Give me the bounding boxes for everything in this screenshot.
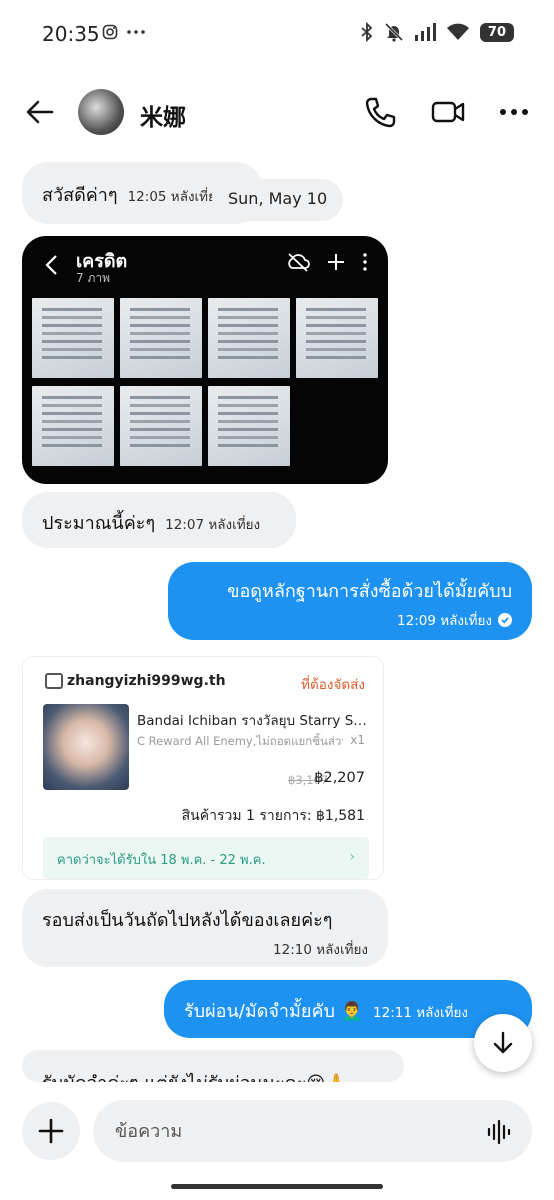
scroll-to-bottom-button[interactable]: [474, 1014, 532, 1072]
message-time: 12:11 หลังเที่ยง: [373, 1005, 469, 1021]
order-card[interactable]: zhangyizhi999wg.th ที่ต้องจัดส่ง Bandai …: [22, 656, 384, 880]
message-text: รับผ่อน/มัดจำมั้ยคับ 👨‍🦱: [184, 1001, 364, 1022]
album-count: 7 ภาพ: [76, 271, 111, 285]
message-time: 12:07 หลังเที่ยง: [165, 517, 261, 533]
product-quantity: x1: [350, 733, 365, 747]
message-text: ประมาณนี้ค่ะๆ: [42, 513, 156, 534]
photo-thumbnail: [296, 298, 378, 378]
battery-badge: 70: [479, 22, 514, 42]
avatar[interactable]: [78, 89, 124, 135]
message-time: 12:10 หลังเที่ยง: [273, 942, 368, 958]
status-time: 20:35: [42, 22, 100, 46]
message-text: ขอดูหลักฐานการสั่งซื้อด้วยได้มั้ยคับบ: [227, 581, 512, 602]
plus-icon: [328, 254, 344, 270]
product-title: Bandai Ichiban รางวัลยุบ Starry Sky ...: [137, 713, 369, 729]
vertical-dots-icon: [363, 253, 367, 271]
composer-bar: [0, 1090, 554, 1174]
chat-header: 米娜: [0, 80, 554, 144]
photo-thumbnail: [120, 298, 202, 378]
bell-off-icon: [384, 22, 403, 42]
home-indicator: [171, 1184, 383, 1189]
contact-name[interactable]: 米娜: [140, 98, 186, 132]
add-attachment-button[interactable]: [22, 1102, 80, 1160]
photo-thumbnail: [208, 298, 290, 378]
shop-name: zhangyizhi999wg.th: [67, 673, 226, 689]
more-options-icon[interactable]: [496, 95, 532, 129]
bluetooth-icon: [361, 22, 373, 42]
product-variant: C Reward All Enemy,ไม่ถอดแยกชิ้นส่วน: [137, 734, 343, 748]
message-input[interactable]: [93, 1100, 532, 1162]
shop-icon: [45, 673, 63, 689]
chevron-right-icon: ›: [349, 849, 355, 865]
status-bar: 20:35 70: [0, 0, 554, 70]
arrow-down-icon: [493, 1031, 513, 1054]
plus-icon: [38, 1118, 64, 1144]
wifi-icon: [446, 23, 469, 40]
order-status: ที่ต้องจัดส่ง: [301, 677, 365, 693]
back-arrow-icon[interactable]: [24, 96, 56, 128]
image-message[interactable]: เครดิต 7 ภาพ: [22, 236, 388, 484]
message-outgoing[interactable]: ขอดูหลักฐานการสั่งซื้อด้วยได้มั้ยคับบ 12…: [168, 562, 532, 640]
message-incoming[interactable]: รอบส่งเป็นวันถัดไปหลังได้ของเลยค่ะๆ 12:1…: [22, 889, 388, 967]
phone-icon[interactable]: [363, 95, 397, 129]
delivery-text: คาดว่าจะได้รับใน 18 พ.ค. - 22 พ.ค.: [57, 853, 266, 868]
sale-price: ฿2,207: [314, 770, 365, 786]
more-dots-icon: [127, 30, 145, 34]
voice-waveform-icon[interactable]: [486, 1119, 512, 1145]
order-total: สินค้ารวม 1 รายการ: ฿1,581: [181, 808, 365, 824]
product-image: [43, 704, 129, 790]
photo-thumbnail: [208, 386, 290, 466]
photo-thumbnail: [120, 386, 202, 466]
message-incoming[interactable]: รับมัดจำค่ะๆ แต่ยังไม่รับผ่อนนะคะ😢🙏: [22, 1050, 404, 1082]
message-time: 12:09 หลังเที่ยง: [397, 613, 492, 629]
read-check-icon: [498, 613, 512, 627]
message-text: รอบส่งเป็นวันถัดไปหลังได้ของเลยค่ะๆ: [42, 910, 333, 931]
chevron-left-icon: [45, 255, 57, 275]
message-incoming[interactable]: ประมาณนี้ค่ะๆ 12:07 หลังเที่ยง: [22, 492, 296, 548]
photo-thumbnail: [32, 298, 114, 378]
cloud-off-icon: [288, 253, 310, 272]
message-text: สวัสดีค่าๆ: [42, 185, 118, 206]
message-time: 12:05 หลังเที่ยง: [127, 189, 223, 205]
video-camera-icon[interactable]: [430, 95, 466, 129]
instagram-icon: [102, 24, 118, 40]
message-text: รับมัดจำค่ะๆ แต่ยังไม่รับผ่อนนะคะ😢🙏: [42, 1073, 348, 1082]
delivery-estimate[interactable]: คาดว่าจะได้รับใน 18 พ.ค. - 22 พ.ค. ›: [43, 837, 369, 879]
photo-thumbnail: [32, 386, 114, 466]
signal-icon: [414, 23, 436, 41]
date-divider: Sun, May 10: [212, 179, 344, 221]
